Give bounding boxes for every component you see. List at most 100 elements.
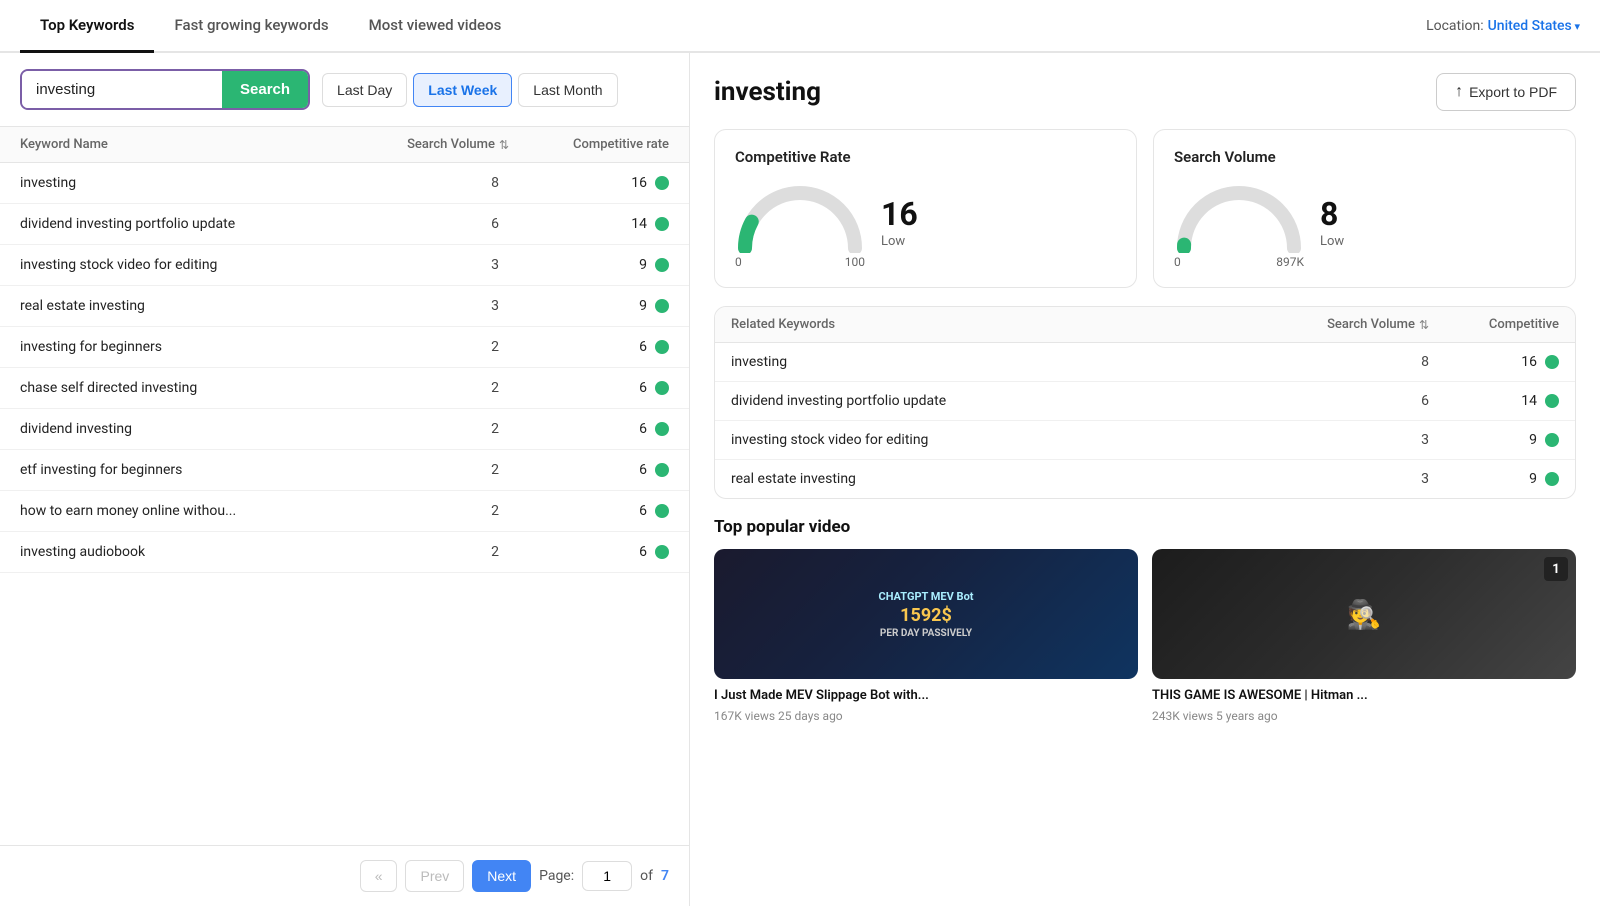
rel-volume: 6 xyxy=(1299,393,1429,409)
time-filter-last-month[interactable]: Last Month xyxy=(518,73,617,107)
sort-icon[interactable]: ⇅ xyxy=(499,138,509,152)
row-keyword-name: dividend investing portfolio update xyxy=(20,216,369,232)
related-col-name: Related Keywords xyxy=(731,317,1299,332)
location-value[interactable]: United States xyxy=(1488,18,1580,34)
video-card-2[interactable]: 🕵️ 1 THIS GAME IS AWESOME | Hitman ... 2… xyxy=(1152,549,1576,723)
tab-group: Top Keywords Fast growing keywords Most … xyxy=(20,0,521,51)
table-row[interactable]: dividend investing portfolio update 6 14 xyxy=(0,204,689,245)
related-col-competitive: Competitive xyxy=(1429,317,1559,332)
row-rate: 6 xyxy=(509,462,669,478)
related-row[interactable]: dividend investing portfolio update 6 14 xyxy=(715,382,1575,421)
rel-competitive: 9 xyxy=(1429,432,1559,448)
tab-most-viewed[interactable]: Most viewed videos xyxy=(349,0,522,53)
prev-page-button[interactable]: Prev xyxy=(405,860,464,892)
search-vol-max: 897K xyxy=(1276,255,1304,269)
top-navigation: Top Keywords Fast growing keywords Most … xyxy=(0,0,1600,53)
row-keyword-name: etf investing for beginners xyxy=(20,462,369,478)
rate-dot xyxy=(655,545,669,559)
row-keyword-name: chase self directed investing xyxy=(20,380,369,396)
video-title-2: THIS GAME IS AWESOME | Hitman ... xyxy=(1152,687,1576,705)
time-filter-last-day[interactable]: Last Day xyxy=(322,73,407,107)
rate-dot xyxy=(655,422,669,436)
popular-videos-section: Top popular video CHATGPT MEV Bot 1592$ … xyxy=(714,517,1576,723)
video-thumb-content-1: CHATGPT MEV Bot 1592$ PER DAY PASSIVELY xyxy=(879,590,974,639)
table-row[interactable]: real estate investing 3 9 xyxy=(0,286,689,327)
search-vol-min: 0 xyxy=(1174,255,1181,269)
video-meta-1: 167K views 25 days ago xyxy=(714,709,1138,723)
search-button[interactable]: Search xyxy=(222,71,308,108)
col-header-name: Keyword Name xyxy=(20,137,369,152)
competitive-rate-value-block: 16 Low xyxy=(881,198,918,249)
search-input[interactable] xyxy=(22,71,222,108)
row-rate: 16 xyxy=(509,175,669,191)
rel-volume: 3 xyxy=(1299,471,1429,487)
tab-fast-growing[interactable]: Fast growing keywords xyxy=(154,0,348,53)
rel-keyword-name: investing xyxy=(731,354,1299,370)
row-rate: 6 xyxy=(509,503,669,519)
pagination: « Prev Next Page: of 7 xyxy=(0,845,689,906)
table-row[interactable]: etf investing for beginners 2 6 xyxy=(0,450,689,491)
row-volume: 2 xyxy=(369,421,509,437)
competitive-rate-label: Low xyxy=(881,234,905,249)
competitive-rate-gauge-wrap: 0 100 16 Low xyxy=(735,178,1116,269)
search-volume-card: Search Volume 0 xyxy=(1153,129,1576,288)
export-pdf-button[interactable]: ↑ Export to PDF xyxy=(1436,73,1576,111)
rel-keyword-name: investing stock video for editing xyxy=(731,432,1299,448)
search-input-wrap: Search xyxy=(20,69,310,110)
related-row[interactable]: real estate investing 3 9 xyxy=(715,460,1575,498)
search-volume-value: 8 xyxy=(1320,198,1338,230)
row-volume: 3 xyxy=(369,298,509,314)
col-header-volume: Search Volume ⇅ xyxy=(369,137,509,152)
row-rate: 6 xyxy=(509,544,669,560)
related-row[interactable]: investing 8 16 xyxy=(715,343,1575,382)
right-panel: investing ↑ Export to PDF Competitive Ra… xyxy=(690,53,1600,906)
rel-keyword-name: real estate investing xyxy=(731,471,1299,487)
rel-dot xyxy=(1545,355,1559,369)
video-card-1[interactable]: CHATGPT MEV Bot 1592$ PER DAY PASSIVELY … xyxy=(714,549,1138,723)
table-row[interactable]: investing audiobook 2 6 xyxy=(0,532,689,573)
time-filter-group: Last Day Last Week Last Month xyxy=(322,73,618,107)
search-volume-gauge-wrap: 0 897K 8 Low xyxy=(1174,178,1555,269)
comp-rate-min: 0 xyxy=(735,255,742,269)
page-input[interactable] xyxy=(582,861,632,891)
row-keyword-name: real estate investing xyxy=(20,298,369,314)
rate-dot xyxy=(655,463,669,477)
next-page-button[interactable]: Next xyxy=(472,860,531,892)
rel-dot xyxy=(1545,394,1559,408)
row-keyword-name: investing for beginners xyxy=(20,339,369,355)
row-volume: 2 xyxy=(369,380,509,396)
rate-dot xyxy=(655,381,669,395)
rate-dot xyxy=(655,504,669,518)
table-row[interactable]: chase self directed investing 2 6 xyxy=(0,368,689,409)
location-label-text: Location: xyxy=(1426,18,1484,34)
of-label: of xyxy=(640,868,653,884)
row-rate: 6 xyxy=(509,421,669,437)
row-keyword-name: investing audiobook xyxy=(20,544,369,560)
time-filter-last-week[interactable]: Last Week xyxy=(413,73,512,107)
main-content: Search Last Day Last Week Last Month Key… xyxy=(0,53,1600,906)
video-thumb-1: CHATGPT MEV Bot 1592$ PER DAY PASSIVELY xyxy=(714,549,1138,679)
video-badge-2: 1 xyxy=(1544,557,1568,581)
table-header: Keyword Name Search Volume ⇅ Competitive… xyxy=(0,127,689,163)
location-selector: Location: United States xyxy=(1426,18,1580,34)
search-volume-value-block: 8 Low xyxy=(1320,198,1344,249)
col-header-rate: Competitive rate xyxy=(509,137,669,152)
tab-top-keywords[interactable]: Top Keywords xyxy=(20,0,154,53)
left-panel: Search Last Day Last Week Last Month Key… xyxy=(0,53,690,906)
first-page-button[interactable]: « xyxy=(360,860,398,892)
total-pages: 7 xyxy=(661,868,669,884)
related-row[interactable]: investing stock video for editing 3 9 xyxy=(715,421,1575,460)
table-row[interactable]: dividend investing 2 6 xyxy=(0,409,689,450)
search-volume-gauge xyxy=(1174,178,1304,253)
related-header: Related Keywords Search Volume ⇅ Competi… xyxy=(715,307,1575,343)
related-sort-icon[interactable]: ⇅ xyxy=(1419,318,1429,332)
table-row[interactable]: investing 8 16 xyxy=(0,163,689,204)
table-row[interactable]: investing stock video for editing 3 9 xyxy=(0,245,689,286)
row-volume: 2 xyxy=(369,503,509,519)
rel-volume: 3 xyxy=(1299,432,1429,448)
table-row[interactable]: how to earn money online withou... 2 6 xyxy=(0,491,689,532)
table-row[interactable]: investing for beginners 2 6 xyxy=(0,327,689,368)
row-volume: 2 xyxy=(369,462,509,478)
related-keywords-card: Related Keywords Search Volume ⇅ Competi… xyxy=(714,306,1576,499)
row-volume: 2 xyxy=(369,339,509,355)
